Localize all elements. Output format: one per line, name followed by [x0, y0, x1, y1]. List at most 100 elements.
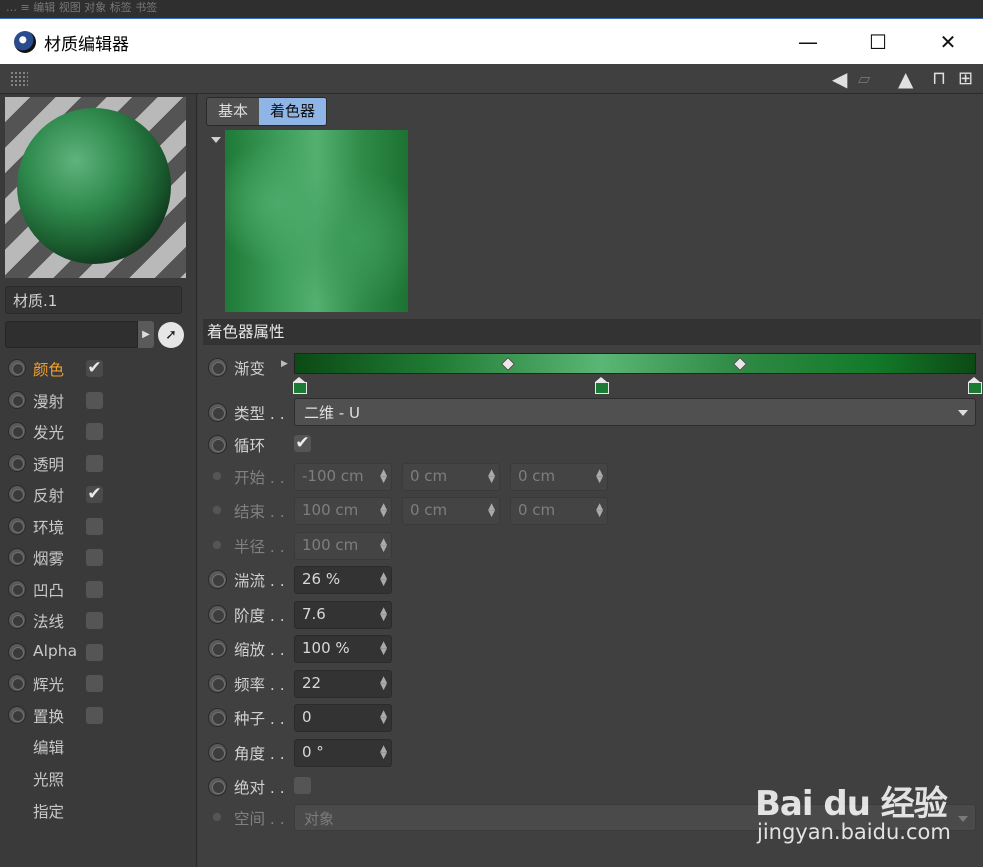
channel-anim-radio[interactable] [8, 579, 26, 598]
seed-anim-radio[interactable] [208, 708, 227, 727]
channel-anim-radio[interactable] [8, 485, 26, 503]
channel-row[interactable]: 透明 [0, 448, 197, 478]
cycle-checkbox[interactable]: ✔ [294, 435, 311, 452]
channel-row[interactable]: 漫射 [0, 385, 197, 415]
end-anim-radio[interactable] [212, 505, 222, 515]
channel-checkbox[interactable]: ✔ [86, 486, 103, 503]
channel-label[interactable]: 环境 [33, 516, 64, 538]
gradient-bar[interactable] [294, 353, 976, 374]
start-z-field[interactable]: 0 cm ▲ ▼ [510, 463, 608, 491]
lock-icon[interactable]: ⊓ [932, 67, 946, 91]
channel-anim-radio[interactable] [8, 390, 26, 409]
channel-checkbox[interactable] [86, 643, 103, 661]
channel-checkbox[interactable] [86, 549, 103, 566]
octaves-field[interactable]: 7.6 ▲ ▼ [294, 601, 392, 629]
type-anim-radio[interactable] [208, 403, 227, 422]
channel-anim-radio[interactable] [8, 611, 26, 629]
maximize-button[interactable]: ☐ [848, 19, 908, 65]
channel-label[interactable]: 发光 [33, 421, 64, 443]
channel-checkbox[interactable] [86, 517, 103, 535]
frequency-anim-radio[interactable] [208, 674, 227, 693]
channel-anim-radio[interactable] [8, 359, 26, 377]
scale-field[interactable]: 100 % ▲ ▼ [294, 635, 392, 663]
layer-arrow-icon[interactable]: ▶ [138, 321, 154, 348]
channel-row[interactable]: 置换 [0, 700, 197, 730]
channel-row[interactable]: Alpha [0, 637, 197, 667]
minimize-button[interactable]: — [778, 19, 838, 65]
channel-row[interactable]: 法线 [0, 605, 197, 635]
channel-label[interactable]: 透明 [33, 453, 64, 475]
channel-checkbox[interactable]: ✔ [86, 360, 103, 377]
end-z-field[interactable]: 0 cm ▲ ▼ [510, 497, 608, 525]
forward-arrow-icon[interactable]: ▱ [858, 67, 870, 91]
frequency-field[interactable]: 22 ▲ ▼ [294, 670, 392, 698]
angle-anim-radio[interactable] [208, 743, 227, 762]
material-preview[interactable] [5, 97, 186, 278]
gradient-anim-radio[interactable] [208, 358, 227, 377]
cursor-up-icon[interactable]: ▲ [898, 67, 913, 91]
gradient-knot[interactable] [500, 356, 516, 372]
channel-checkbox[interactable] [86, 423, 103, 440]
start-y-field[interactable]: 0 cm ▲ ▼ [402, 463, 500, 491]
channel-checkbox[interactable] [86, 612, 103, 629]
channel-checkbox[interactable] [86, 454, 103, 472]
new-window-icon[interactable]: ⊞ [958, 67, 973, 91]
channel-anim-radio[interactable] [8, 674, 26, 692]
turbulence-anim-radio[interactable] [208, 570, 227, 589]
channel-label[interactable]: 辉光 [33, 673, 64, 695]
radius-anim-radio[interactable] [212, 540, 222, 550]
angle-field[interactable]: 0 ° ▲ ▼ [294, 739, 392, 767]
gradient-stop[interactable] [968, 377, 982, 394]
type-dropdown[interactable]: 二维 - U [294, 398, 976, 426]
channel-row[interactable]: 环境 [0, 511, 197, 541]
channel-label[interactable]: 法线 [33, 610, 64, 632]
channel-label[interactable]: 颜色 [33, 358, 64, 380]
channel-checkbox[interactable] [86, 580, 103, 598]
absolute-anim-radio[interactable] [208, 777, 227, 796]
tab-basic[interactable]: 基本 [207, 98, 260, 125]
tab-shader[interactable]: 着色器 [259, 98, 327, 125]
absolute-checkbox[interactable] [294, 777, 311, 794]
channel-row[interactable]: 凹凸 [0, 574, 197, 604]
start-x-field[interactable]: -100 cm ▲ ▼ [294, 463, 392, 491]
channel-checkbox[interactable] [86, 675, 103, 692]
gradient-stop[interactable] [595, 377, 609, 394]
radius-field[interactable]: 100 cm ▲ ▼ [294, 532, 392, 560]
layer-field[interactable] [5, 321, 138, 348]
channel-label[interactable]: 漫射 [33, 390, 64, 412]
channel-anim-radio[interactable] [8, 453, 26, 472]
material-name-field[interactable]: 材质.1 [5, 286, 182, 314]
channel-row[interactable]: 发光 [0, 416, 197, 446]
channel-row[interactable]: 颜色 ✔ [0, 353, 197, 383]
back-arrow-icon[interactable]: ◀ [832, 67, 847, 91]
gradient-stop[interactable] [293, 377, 307, 394]
channel-checkbox[interactable] [86, 391, 103, 409]
channel-row[interactable]: 反射 ✔ [0, 479, 197, 509]
octaves-anim-radio[interactable] [208, 605, 227, 624]
space-anim-radio[interactable] [212, 812, 222, 822]
assignment-item[interactable]: 指定 [33, 800, 64, 822]
edit-item[interactable]: 编辑 [33, 736, 64, 758]
channel-label[interactable]: 凹凸 [33, 579, 64, 601]
collapse-arrow-icon[interactable] [211, 137, 221, 143]
channel-label[interactable]: Alpha [33, 642, 77, 660]
illumination-item[interactable]: 光照 [33, 768, 64, 790]
channel-row[interactable]: 辉光 [0, 668, 197, 698]
seed-field[interactable]: 0 ▲ ▼ [294, 704, 392, 732]
expand-arrow-icon[interactable]: ▶ [281, 359, 288, 369]
start-anim-radio[interactable] [212, 471, 222, 481]
end-x-field[interactable]: 100 cm ▲ ▼ [294, 497, 392, 525]
turbulence-field[interactable]: 26 % ▲ ▼ [294, 566, 392, 594]
gradient-knot[interactable] [732, 356, 748, 372]
channel-label[interactable]: 烟雾 [33, 547, 64, 569]
end-y-field[interactable]: 0 cm ▲ ▼ [402, 497, 500, 525]
scale-anim-radio[interactable] [208, 639, 227, 658]
close-button[interactable]: ✕ [918, 19, 978, 65]
channel-row[interactable]: 烟雾 [0, 542, 197, 572]
channel-anim-radio[interactable] [8, 642, 26, 661]
channel-anim-radio[interactable] [8, 705, 26, 724]
channel-anim-radio[interactable] [8, 422, 26, 440]
cycle-anim-radio[interactable] [208, 435, 227, 454]
channel-label[interactable]: 置换 [33, 705, 64, 727]
channel-label[interactable]: 反射 [33, 484, 64, 506]
